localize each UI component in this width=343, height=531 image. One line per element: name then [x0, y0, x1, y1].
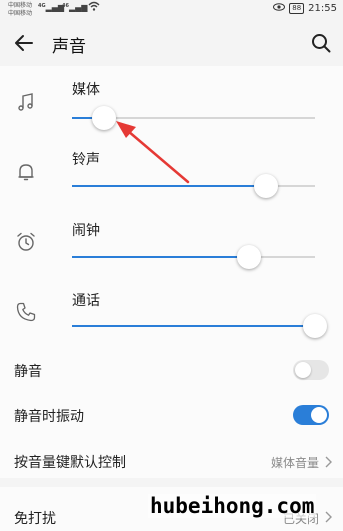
eye-comfort-icon — [273, 3, 286, 14]
call-volume-slider[interactable] — [72, 314, 327, 338]
alarm-clock-icon — [14, 230, 38, 254]
chevron-right-icon — [323, 454, 333, 468]
status-bar: 中国移动 中国移动 4G▂▄▆ 46▂▄▆ 88 21:55 — [0, 0, 343, 20]
volume-label-alarm: 闹钟 — [72, 223, 100, 239]
search-button[interactable] — [309, 31, 333, 55]
slider-fill — [72, 256, 250, 258]
status-right: 88 21:55 — [273, 3, 337, 14]
search-icon — [312, 34, 331, 53]
signal-2-indicator: 46▂▄▆ — [62, 3, 88, 12]
mute-label: 静音 — [14, 364, 42, 380]
carrier-1-label: 中国移动 — [8, 2, 33, 9]
watermark: hubeihong.com — [148, 494, 317, 518]
media-volume-slider[interactable] — [72, 106, 315, 130]
vibrate-when-muted-toggle[interactable] — [293, 405, 329, 425]
sound-settings-card: 媒体 铃声 闹钟 通话 静音 静音时振动 按音量键默认控制 媒体音量 — [0, 66, 343, 478]
clock-time: 21:55 — [308, 3, 337, 14]
alarm-volume-slider[interactable] — [72, 245, 315, 269]
volume-label-call: 通话 — [72, 293, 100, 309]
slider-fill — [72, 325, 315, 327]
slider-thumb[interactable] — [254, 174, 279, 198]
phone-icon — [14, 300, 38, 324]
bell-icon — [14, 160, 38, 184]
ringtone-volume-slider[interactable] — [72, 174, 315, 198]
toggle-knob — [295, 362, 311, 378]
volume-label-ringtone: 铃声 — [72, 152, 100, 168]
do-not-disturb-label: 免打扰 — [14, 511, 56, 527]
slider-fill — [72, 185, 267, 187]
slider-thumb[interactable] — [303, 314, 327, 338]
volume-label-media: 媒体 — [72, 82, 100, 98]
wifi-icon — [88, 1, 100, 14]
volume-key-default-value: 媒体音量 — [270, 456, 319, 470]
carrier-2-label: 中国移动 — [8, 10, 33, 17]
page-title: 声音 — [52, 37, 86, 57]
music-note-icon — [14, 90, 38, 114]
volume-key-default-label: 按音量键默认控制 — [14, 455, 126, 471]
battery-indicator: 88 — [289, 3, 305, 14]
mute-toggle[interactable] — [293, 360, 329, 380]
app-bar: 声音 — [0, 22, 343, 64]
toggle-knob — [311, 407, 327, 423]
back-button[interactable] — [12, 31, 36, 55]
chevron-right-icon — [323, 509, 333, 523]
vibrate-when-muted-label: 静音时振动 — [14, 409, 84, 425]
slider-thumb[interactable] — [237, 245, 262, 269]
slider-thumb[interactable] — [91, 106, 116, 130]
signal-1-indicator: 4G▂▄▆ — [38, 3, 65, 12]
back-arrow-icon — [15, 35, 33, 51]
